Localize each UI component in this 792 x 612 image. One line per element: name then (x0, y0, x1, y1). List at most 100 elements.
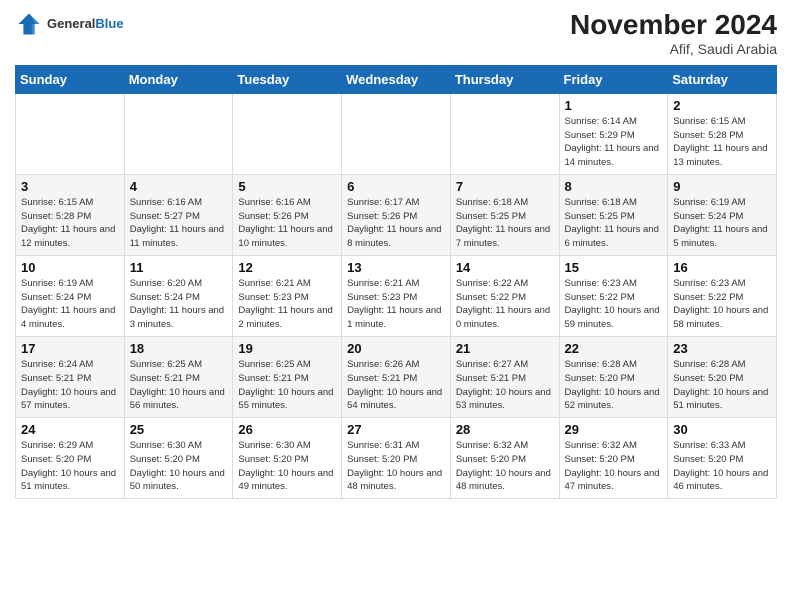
day-number: 10 (21, 260, 119, 275)
day-number: 21 (456, 341, 554, 356)
cell-info: Sunrise: 6:21 AM Sunset: 5:23 PM Dayligh… (347, 277, 445, 332)
day-number: 25 (130, 422, 228, 437)
logo-icon (15, 10, 43, 38)
calendar-week-3: 10 Sunrise: 6:19 AM Sunset: 5:24 PM Dayli… (16, 255, 777, 336)
day-number: 30 (673, 422, 771, 437)
cell-info: Sunrise: 6:19 AM Sunset: 5:24 PM Dayligh… (673, 196, 771, 251)
calendar-week-1: 1 Sunrise: 6:14 AM Sunset: 5:29 PM Daylig… (16, 93, 777, 174)
cell-info: Sunrise: 6:32 AM Sunset: 5:20 PM Dayligh… (456, 439, 554, 494)
calendar-cell: 27Sunrise: 6:31 AM Sunset: 5:20 PM Dayli… (342, 418, 451, 499)
column-header-saturday: Saturday (668, 65, 777, 93)
day-number: 26 (238, 422, 336, 437)
day-number: 20 (347, 341, 445, 356)
calendar-cell: 17 Sunrise: 6:24 AM Sunset: 5:21 PM Dayli… (16, 336, 125, 417)
title-block: November 2024 Afif, Saudi Arabia (570, 10, 777, 57)
calendar-cell: 23 Sunrise: 6:28 AM Sunset: 5:20 PM Dayli… (668, 336, 777, 417)
calendar-cell: 26 Sunrise: 6:30 AM Sunset: 5:20 PM Dayli… (233, 418, 342, 499)
calendar-cell (16, 93, 125, 174)
cell-info: Sunrise: 6:24 AM Sunset: 5:21 PM Dayligh… (21, 358, 119, 413)
cell-info: Sunrise: 6:18 AM Sunset: 5:25 PM Dayligh… (456, 196, 554, 251)
cell-info: Sunrise: 6:32 AM Sunset: 5:20 PM Dayligh… (565, 439, 663, 494)
day-number: 4 (130, 179, 228, 194)
calendar-cell: 3Sunrise: 6:15 AM Sunset: 5:28 PM Daylig… (16, 174, 125, 255)
calendar-cell: 14 Sunrise: 6:22 AM Sunset: 5:22 PM Dayli… (450, 255, 559, 336)
day-number: 8 (565, 179, 663, 194)
calendar-cell: 12Sunrise: 6:21 AM Sunset: 5:23 PM Dayli… (233, 255, 342, 336)
cell-info: Sunrise: 6:31 AM Sunset: 5:20 PM Dayligh… (347, 439, 445, 494)
calendar-cell: 20 Sunrise: 6:26 AM Sunset: 5:21 PM Dayli… (342, 336, 451, 417)
cell-info: Sunrise: 6:16 AM Sunset: 5:27 PM Dayligh… (130, 196, 228, 251)
calendar-cell: 15 Sunrise: 6:23 AM Sunset: 5:22 PM Dayli… (559, 255, 668, 336)
location: Afif, Saudi Arabia (570, 41, 777, 57)
column-header-sunday: Sunday (16, 65, 125, 93)
calendar-week-5: 24 Sunrise: 6:29 AM Sunset: 5:20 PM Dayli… (16, 418, 777, 499)
day-number: 1 (565, 98, 663, 113)
cell-info: Sunrise: 6:16 AM Sunset: 5:26 PM Dayligh… (238, 196, 336, 251)
calendar-week-2: 3Sunrise: 6:15 AM Sunset: 5:28 PM Daylig… (16, 174, 777, 255)
calendar-cell: 19 Sunrise: 6:25 AM Sunset: 5:21 PM Dayli… (233, 336, 342, 417)
cell-info: Sunrise: 6:29 AM Sunset: 5:20 PM Dayligh… (21, 439, 119, 494)
cell-info: Sunrise: 6:25 AM Sunset: 5:21 PM Dayligh… (130, 358, 228, 413)
page-header: GeneralBlue November 2024 Afif, Saudi Ar… (15, 10, 777, 57)
calendar-cell: 30Sunrise: 6:33 AM Sunset: 5:20 PM Dayli… (668, 418, 777, 499)
calendar-table: SundayMondayTuesdayWednesdayThursdayFrid… (15, 65, 777, 499)
calendar-cell: 10 Sunrise: 6:19 AM Sunset: 5:24 PM Dayli… (16, 255, 125, 336)
calendar-cell (342, 93, 451, 174)
calendar-cell: 9 Sunrise: 6:19 AM Sunset: 5:24 PM Daylig… (668, 174, 777, 255)
calendar-cell: 5 Sunrise: 6:16 AM Sunset: 5:26 PM Daylig… (233, 174, 342, 255)
day-number: 24 (21, 422, 119, 437)
calendar-cell: 13 Sunrise: 6:21 AM Sunset: 5:23 PM Dayli… (342, 255, 451, 336)
cell-info: Sunrise: 6:23 AM Sunset: 5:22 PM Dayligh… (565, 277, 663, 332)
calendar-week-4: 17 Sunrise: 6:24 AM Sunset: 5:21 PM Dayli… (16, 336, 777, 417)
calendar-cell: 18Sunrise: 6:25 AM Sunset: 5:21 PM Dayli… (124, 336, 233, 417)
cell-info: Sunrise: 6:22 AM Sunset: 5:22 PM Dayligh… (456, 277, 554, 332)
logo-text: GeneralBlue (47, 17, 124, 31)
cell-info: Sunrise: 6:30 AM Sunset: 5:20 PM Dayligh… (238, 439, 336, 494)
day-number: 22 (565, 341, 663, 356)
calendar-cell: 22 Sunrise: 6:28 AM Sunset: 5:20 PM Dayli… (559, 336, 668, 417)
cell-info: Sunrise: 6:25 AM Sunset: 5:21 PM Dayligh… (238, 358, 336, 413)
day-number: 17 (21, 341, 119, 356)
cell-info: Sunrise: 6:30 AM Sunset: 5:20 PM Dayligh… (130, 439, 228, 494)
day-number: 13 (347, 260, 445, 275)
logo-blue: Blue (95, 16, 123, 31)
cell-info: Sunrise: 6:23 AM Sunset: 5:22 PM Dayligh… (673, 277, 771, 332)
day-number: 15 (565, 260, 663, 275)
calendar-cell: 28 Sunrise: 6:32 AM Sunset: 5:20 PM Dayli… (450, 418, 559, 499)
calendar-cell: 7 Sunrise: 6:18 AM Sunset: 5:25 PM Daylig… (450, 174, 559, 255)
day-number: 23 (673, 341, 771, 356)
page-container: GeneralBlue November 2024 Afif, Saudi Ar… (0, 0, 792, 504)
column-header-tuesday: Tuesday (233, 65, 342, 93)
calendar-cell: 29 Sunrise: 6:32 AM Sunset: 5:20 PM Dayli… (559, 418, 668, 499)
calendar-cell (233, 93, 342, 174)
calendar-cell: 4 Sunrise: 6:16 AM Sunset: 5:27 PM Daylig… (124, 174, 233, 255)
day-number: 7 (456, 179, 554, 194)
day-number: 9 (673, 179, 771, 194)
day-number: 6 (347, 179, 445, 194)
day-number: 3 (21, 179, 119, 194)
cell-info: Sunrise: 6:14 AM Sunset: 5:29 PM Dayligh… (565, 115, 663, 170)
cell-info: Sunrise: 6:27 AM Sunset: 5:21 PM Dayligh… (456, 358, 554, 413)
day-number: 12 (238, 260, 336, 275)
calendar-cell: 8 Sunrise: 6:18 AM Sunset: 5:25 PM Daylig… (559, 174, 668, 255)
column-header-thursday: Thursday (450, 65, 559, 93)
month-title: November 2024 (570, 10, 777, 41)
calendar-cell: 21 Sunrise: 6:27 AM Sunset: 5:21 PM Dayli… (450, 336, 559, 417)
cell-info: Sunrise: 6:18 AM Sunset: 5:25 PM Dayligh… (565, 196, 663, 251)
calendar-cell: 2Sunrise: 6:15 AM Sunset: 5:28 PM Daylig… (668, 93, 777, 174)
cell-info: Sunrise: 6:28 AM Sunset: 5:20 PM Dayligh… (565, 358, 663, 413)
day-number: 5 (238, 179, 336, 194)
column-header-wednesday: Wednesday (342, 65, 451, 93)
calendar-cell: 24 Sunrise: 6:29 AM Sunset: 5:20 PM Dayli… (16, 418, 125, 499)
calendar-cell: 11Sunrise: 6:20 AM Sunset: 5:24 PM Dayli… (124, 255, 233, 336)
cell-info: Sunrise: 6:19 AM Sunset: 5:24 PM Dayligh… (21, 277, 119, 332)
calendar-cell: 16Sunrise: 6:23 AM Sunset: 5:22 PM Dayli… (668, 255, 777, 336)
cell-info: Sunrise: 6:28 AM Sunset: 5:20 PM Dayligh… (673, 358, 771, 413)
day-number: 14 (456, 260, 554, 275)
day-number: 19 (238, 341, 336, 356)
calendar-cell: 1 Sunrise: 6:14 AM Sunset: 5:29 PM Daylig… (559, 93, 668, 174)
cell-info: Sunrise: 6:26 AM Sunset: 5:21 PM Dayligh… (347, 358, 445, 413)
column-header-monday: Monday (124, 65, 233, 93)
day-number: 28 (456, 422, 554, 437)
day-number: 29 (565, 422, 663, 437)
